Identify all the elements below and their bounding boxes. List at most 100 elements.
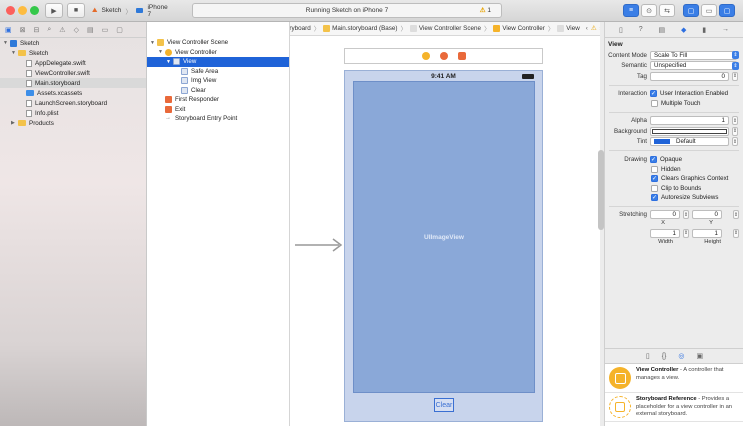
background-color-well[interactable]: [650, 126, 729, 136]
stop-button[interactable]: ■: [67, 3, 85, 18]
issue-tab-icon[interactable]: ⚠: [59, 26, 65, 34]
object-library-icon[interactable]: ◎: [678, 352, 684, 360]
warning-icon[interactable]: ⚠: [591, 25, 597, 32]
version-editor-button[interactable]: ⇆: [659, 4, 675, 17]
user-interaction-checkbox[interactable]: ✓: [650, 90, 657, 98]
file-template-icon[interactable]: ▯: [646, 352, 650, 360]
exit-icon[interactable]: [457, 52, 466, 60]
disclosure-icon[interactable]: ▼: [166, 59, 173, 65]
disclosure-icon[interactable]: ▼: [150, 40, 157, 46]
view-controller-icon[interactable]: [421, 52, 430, 60]
storyboard-canvas[interactable]: 9:41 AM UIImageView Clear: [290, 36, 600, 426]
minimize-window-button[interactable]: [18, 6, 27, 15]
drawing-row: Drawing ✓ Opaque: [624, 155, 683, 163]
outline-item[interactable]: Img View: [147, 76, 289, 86]
quick-help-icon[interactable]: ?: [639, 26, 643, 33]
test-tab-icon[interactable]: ◇: [74, 26, 79, 34]
stretch-width-field[interactable]: 1: [650, 228, 680, 238]
outline-item[interactable]: ▼ View Controller: [147, 48, 289, 58]
toggle-navigator-button[interactable]: ▢: [683, 4, 699, 17]
breadcrumb-item[interactable]: View: [566, 25, 580, 32]
background-popup[interactable]: ⇕: [732, 126, 738, 136]
stretch-y-stepper[interactable]: ⇕: [733, 210, 739, 220]
debug-tab-icon[interactable]: ▤: [87, 26, 94, 34]
clear-button[interactable]: Clear: [434, 398, 454, 412]
prev-issue-button[interactable]: ‹: [586, 25, 588, 32]
nav-item[interactable]: ▼ Sketch: [0, 48, 146, 58]
tag-field[interactable]: 0: [650, 71, 729, 81]
nav-item[interactable]: ▼ Sketch: [0, 38, 146, 48]
disclosure-icon[interactable]: ▼: [11, 50, 18, 56]
attributes-inspector-icon[interactable]: ◆: [681, 26, 686, 34]
nav-item[interactable]: AppDelegate.swift: [0, 58, 146, 68]
folder-icon: [26, 90, 34, 96]
outline-item[interactable]: Safe Area: [147, 67, 289, 77]
breadcrumb-item[interactable]: View Controller Scene: [419, 25, 481, 32]
report-tab-icon[interactable]: ▢: [116, 26, 123, 34]
scheme-device: iPhone 7: [147, 3, 168, 18]
stretch-y-field[interactable]: 0: [692, 210, 722, 220]
first-responder-icon[interactable]: [439, 52, 448, 60]
multiple-touch-checkbox[interactable]: [651, 100, 658, 108]
outline-item[interactable]: Exit: [147, 105, 289, 115]
disclosure-icon[interactable]: ▶: [11, 120, 18, 126]
content-mode-popup[interactable]: Scale To Fill ⇕: [650, 50, 739, 60]
code-snippet-icon[interactable]: {}: [662, 353, 667, 360]
stretch-width-stepper[interactable]: ⇕: [683, 228, 689, 238]
close-window-button[interactable]: [6, 6, 15, 15]
toggle-debug-button[interactable]: ▭: [701, 4, 717, 17]
breadcrumb-item[interactable]: Main.storyboard (Base): [332, 25, 397, 32]
tint-popup[interactable]: ⇕: [732, 137, 738, 147]
zoom-window-button[interactable]: [30, 6, 39, 15]
alpha-stepper[interactable]: ⇕: [732, 116, 738, 126]
nav-item[interactable]: Info.plist: [0, 108, 146, 118]
clip-bounds-checkbox[interactable]: [651, 184, 658, 192]
assistant-editor-button[interactable]: ⊙: [641, 4, 657, 17]
clears-graphics-checkbox[interactable]: ✓: [651, 175, 658, 183]
run-button[interactable]: ▶: [45, 3, 63, 18]
nav-item[interactable]: ViewController.swift: [0, 68, 146, 78]
project-navigator-tab-icon[interactable]: ▣: [5, 26, 12, 34]
tag-stepper[interactable]: ⇕: [732, 71, 738, 81]
symbol-tab-icon[interactable]: ⊟: [34, 26, 40, 34]
stretch-x-field[interactable]: 0: [650, 210, 680, 220]
hidden-checkbox[interactable]: [651, 165, 658, 173]
warning-indicator[interactable]: ⚠ 1: [480, 6, 491, 14]
tint-color-well[interactable]: Default: [650, 137, 729, 147]
nav-item[interactable]: Assets.xcassets: [0, 88, 146, 98]
size-inspector-icon[interactable]: ▮: [702, 26, 706, 34]
file-inspector-icon[interactable]: ▯: [619, 26, 623, 34]
standard-editor-button[interactable]: ≡: [623, 4, 639, 17]
toggle-inspector-button[interactable]: ▢: [719, 4, 735, 17]
outline-item[interactable]: ▼ View Controller Scene: [147, 38, 289, 48]
source-control-tab-icon[interactable]: ⊠: [20, 26, 26, 34]
alpha-field[interactable]: 1: [650, 116, 729, 126]
library-item-storyboard-reference[interactable]: Storyboard Reference - Provides a placeh…: [605, 393, 743, 422]
stretch-height-stepper[interactable]: ⇕: [733, 228, 739, 238]
nav-item[interactable]: Main.storyboard: [0, 78, 146, 88]
image-view[interactable]: UIImageView: [353, 81, 535, 393]
media-library-icon[interactable]: ▣: [697, 352, 704, 360]
disclosure-icon[interactable]: ▼: [158, 49, 165, 55]
scheme-selector[interactable]: ⛰ Sketch 〉 iPhone 7: [90, 3, 174, 18]
outline-item[interactable]: ▼ View: [147, 57, 289, 67]
find-tab-icon[interactable]: ⌕: [47, 26, 51, 34]
stretch-x-stepper[interactable]: ⇕: [683, 210, 689, 220]
identity-inspector-icon[interactable]: ▤: [658, 26, 665, 34]
outline-item[interactable]: Clear: [147, 86, 289, 96]
opaque-checkbox[interactable]: ✓: [650, 155, 657, 163]
outline-item[interactable]: → Storyboard Entry Point: [147, 114, 289, 124]
nav-item[interactable]: ▶ Products: [0, 118, 146, 128]
disclosure-icon[interactable]: ▼: [3, 40, 10, 46]
nav-item[interactable]: LaunchScreen.storyboard: [0, 98, 146, 108]
library-item-view-controller[interactable]: View Controller - A controller that mana…: [605, 364, 743, 393]
autoresize-checkbox[interactable]: ✓: [651, 194, 658, 202]
breadcrumb-item[interactable]: View Controller: [502, 25, 545, 32]
stop-icon: ■: [73, 7, 79, 14]
semantic-popup[interactable]: Unspecified ⇕: [650, 61, 739, 71]
view-controller-scene[interactable]: 9:41 AM UIImageView Clear: [344, 70, 543, 422]
breakpoint-tab-icon[interactable]: ▭: [102, 26, 109, 34]
outline-item[interactable]: First Responder: [147, 95, 289, 105]
connections-inspector-icon[interactable]: →: [722, 26, 729, 33]
stretch-height-field[interactable]: 1: [692, 228, 722, 238]
